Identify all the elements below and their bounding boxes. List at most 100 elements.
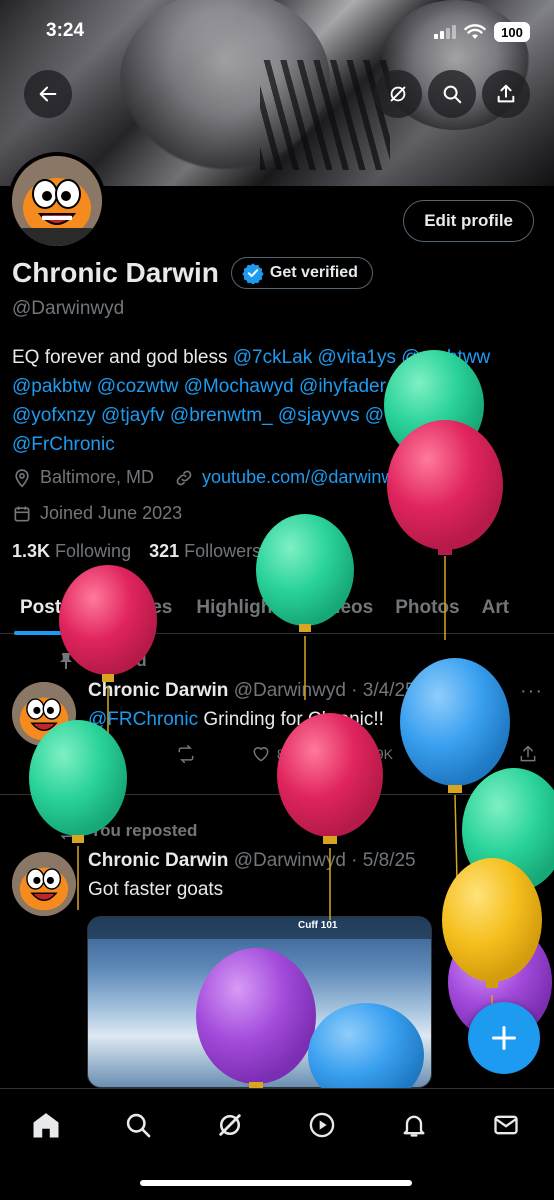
grok-icon	[487, 687, 501, 701]
share-icon	[520, 745, 536, 762]
grok-button[interactable]	[374, 70, 422, 118]
post-meta: @Darwinwyd · 5/8/25	[233, 850, 416, 871]
profile-joined: Joined June 2023	[40, 503, 183, 523]
like-icon	[253, 747, 269, 762]
grok-post-icon[interactable]	[484, 684, 504, 709]
pinned-label: Pinned	[58, 651, 147, 671]
nav-notifications[interactable]	[394, 1105, 434, 1145]
bio-mention[interactable]: @Mochawyd	[184, 376, 294, 397]
bio-mention[interactable]: @FrChronic	[12, 434, 115, 455]
bio-mention[interactable]: @YTvectoss	[365, 405, 473, 426]
profile-location: Baltimore, MD	[40, 467, 155, 487]
grok-icon	[219, 1114, 241, 1136]
battery-indicator: 100	[494, 22, 530, 42]
nav-home[interactable]	[26, 1105, 66, 1145]
tab-highlights[interactable]: Highlights	[183, 582, 300, 634]
verified-badge-icon	[242, 263, 264, 284]
post-author[interactable]: Chronic Darwin	[88, 680, 228, 701]
get-verified-button[interactable]: Get verified	[230, 257, 373, 289]
tab-articles[interactable]: Art	[471, 582, 520, 634]
tab-photos[interactable]: Photos	[384, 582, 470, 634]
reply-button[interactable]: 3	[88, 744, 122, 764]
views-icon	[341, 747, 356, 761]
tab-videos[interactable]: Videos	[300, 582, 384, 634]
bookmark-icon	[450, 746, 461, 763]
link-icon	[176, 470, 192, 485]
bio-mention[interactable]: @yofxnzy	[12, 405, 96, 426]
bio-mention[interactable]: @vita1ys	[318, 347, 396, 368]
repost-icon	[59, 822, 73, 840]
post-text: Got faster goats	[88, 879, 224, 900]
tab-replies[interactable]: Replies	[83, 582, 184, 634]
bio-mention[interactable]: @sjayvvs	[278, 405, 360, 426]
grok-icon	[390, 86, 406, 102]
explore-icon	[126, 1113, 151, 1138]
bio-mention[interactable]: @rezbtww	[401, 347, 490, 368]
like-button[interactable]: 8	[251, 744, 285, 764]
profile-meta-row: Baltimore, MD youtube.com/@darwinwtv?si=…	[12, 467, 457, 488]
post-media[interactable]: Cuff 101	[87, 916, 432, 1088]
bookmark-button[interactable]	[446, 744, 464, 764]
post-actions: 3 8 1.9K	[88, 744, 538, 764]
profile-handle: @Darwinwyd	[12, 298, 125, 319]
avatar	[12, 156, 102, 246]
post-mention[interactable]: @FRChronic	[88, 709, 198, 730]
share-post-button[interactable]	[518, 744, 538, 764]
post-avatar[interactable]	[12, 852, 76, 916]
bio-mention[interactable]: @cozwtw	[97, 376, 179, 397]
reposted-label: You reposted	[56, 821, 197, 841]
edit-profile-button[interactable]: Edit profile	[403, 200, 534, 242]
bio-mention[interactable]: @7ckLak	[233, 347, 313, 368]
bio-mention[interactable]: @pakbtw	[12, 376, 92, 397]
post-author[interactable]: Chronic Darwin	[88, 850, 228, 871]
search-button[interactable]	[428, 70, 476, 118]
status-time: 3:24	[46, 20, 85, 41]
notifications-icon	[403, 1115, 425, 1137]
post-text: @FRChronic Grinding for Chronic!!	[88, 709, 384, 730]
share-icon	[497, 84, 515, 103]
get-verified-label: Get verified	[269, 264, 358, 281]
profile-avatar[interactable]	[8, 152, 106, 250]
more-options-icon[interactable]: ···	[520, 680, 543, 703]
location-icon	[15, 468, 29, 488]
post-header: Chronic Darwin @Darwinwyd · 5/8/25	[88, 850, 416, 872]
following-link[interactable]: 1.3K Following	[12, 541, 131, 562]
calendar-icon	[14, 506, 30, 521]
follow-stats: 1.3K Following 321 Followers	[12, 541, 261, 562]
profile-display-name: Chronic Darwin	[12, 257, 219, 288]
profile-joined-row: Joined June 2023	[12, 503, 182, 524]
post-header: Chronic Darwin @Darwinwyd · 3/4/25	[88, 680, 416, 702]
back-arrow-icon	[39, 86, 57, 102]
home-icon	[33, 1113, 59, 1138]
pin-icon	[60, 653, 72, 669]
repost-button[interactable]	[175, 744, 197, 764]
post-avatar[interactable]	[12, 682, 76, 746]
nav-grok[interactable]	[210, 1105, 250, 1145]
back-button[interactable]	[24, 70, 72, 118]
nav-explore[interactable]	[118, 1105, 158, 1145]
home-indicator	[140, 1180, 412, 1186]
profile-website-link[interactable]: youtube.com/@darwinwtv?si=...	[202, 467, 457, 488]
bio-mention[interactable]: @Rylinvz	[391, 376, 472, 397]
bio-mention[interactable]: @ihyfader	[299, 376, 386, 397]
bio-mention[interactable]: @tjayfv	[101, 405, 165, 426]
reply-icon	[90, 746, 106, 763]
followers-link[interactable]: 321 Followers	[149, 541, 261, 562]
repost-icon	[178, 744, 194, 764]
compose-button[interactable]	[468, 1002, 540, 1074]
tab-posts[interactable]: Posts	[0, 582, 83, 635]
share-button[interactable]	[482, 70, 530, 118]
profile-bio: EQ forever and god bless @7ckLak @vita1y…	[12, 347, 491, 455]
post-meta: @Darwinwyd · 3/4/25	[233, 680, 416, 701]
profile-tabs: Posts Replies Highlights Videos Photos A…	[0, 582, 554, 635]
status-bar: 3:24 100	[0, 18, 554, 48]
messages-icon	[494, 1115, 518, 1135]
profile-name-row: Chronic Darwin Get verified	[12, 257, 373, 289]
balloon-green	[462, 768, 554, 1001]
signal-icon	[434, 25, 456, 39]
nav-video[interactable]	[302, 1105, 342, 1145]
nav-messages[interactable]	[486, 1105, 526, 1145]
plus-icon	[491, 1025, 517, 1051]
views-button[interactable]: 1.9K	[338, 744, 393, 764]
bio-mention[interactable]: @brenwtm_	[170, 405, 273, 426]
